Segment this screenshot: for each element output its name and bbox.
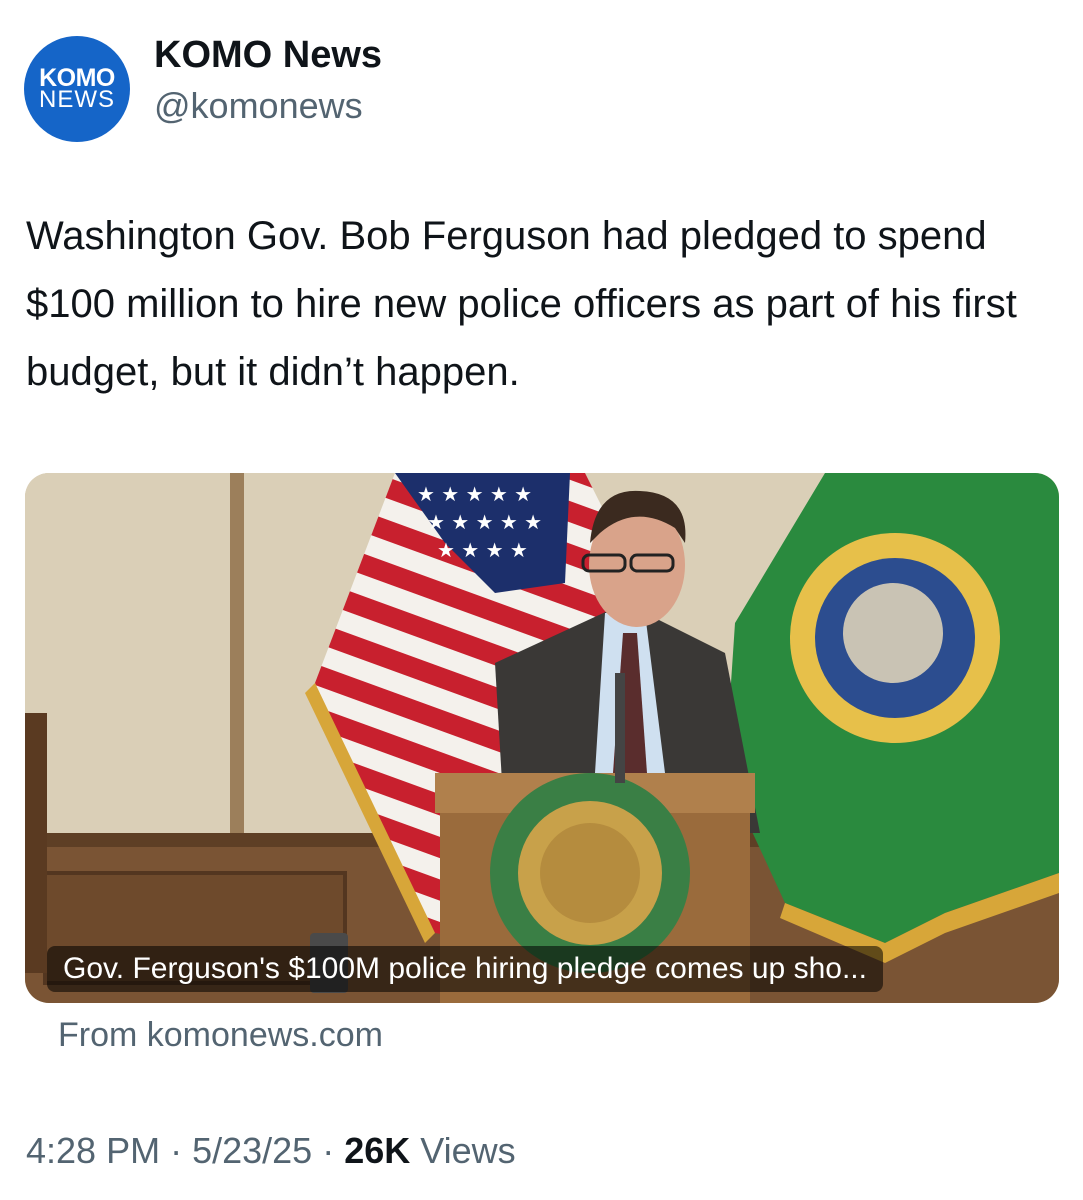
tweet-meta: 4:28 PM · 5/23/25 · 26K Views xyxy=(26,1130,516,1172)
separator: · xyxy=(312,1130,345,1171)
komo-news-avatar[interactable]: KOMO NEWS xyxy=(24,36,130,142)
user-handle[interactable]: @komonews xyxy=(154,84,382,128)
tweet-text: Washington Gov. Bob Ferguson had pledged… xyxy=(26,214,1017,394)
views-count: 26K xyxy=(344,1130,411,1171)
logo-text-line2: NEWS xyxy=(39,86,115,113)
tweet-time[interactable]: 4:28 PM xyxy=(26,1130,160,1171)
display-name[interactable]: KOMO News xyxy=(154,32,382,78)
card-caption: Gov. Ferguson's $100M police hiring pled… xyxy=(47,946,883,992)
tweet-date[interactable]: 5/23/25 xyxy=(192,1130,312,1171)
card-source-domain[interactable]: From komonews.com xyxy=(58,1016,383,1055)
svg-text:★ ★ ★ ★ ★: ★ ★ ★ ★ ★ xyxy=(427,510,542,534)
svg-text:★ ★ ★ ★: ★ ★ ★ ★ xyxy=(437,538,528,562)
views-label: Views xyxy=(410,1130,516,1171)
separator: · xyxy=(160,1130,193,1171)
author-names: KOMO News @komonews xyxy=(154,32,382,128)
link-card[interactable]: ★ ★ ★ ★ ★ ★ ★ ★ ★ ★ ★ ★ ★ ★ xyxy=(25,473,1059,1003)
tweet-header: KOMO NEWS KOMO News @komonews xyxy=(24,28,382,142)
svg-text:★ ★ ★ ★ ★: ★ ★ ★ ★ ★ xyxy=(417,482,532,506)
news-photo: ★ ★ ★ ★ ★ ★ ★ ★ ★ ★ ★ ★ ★ ★ xyxy=(25,473,1059,1003)
